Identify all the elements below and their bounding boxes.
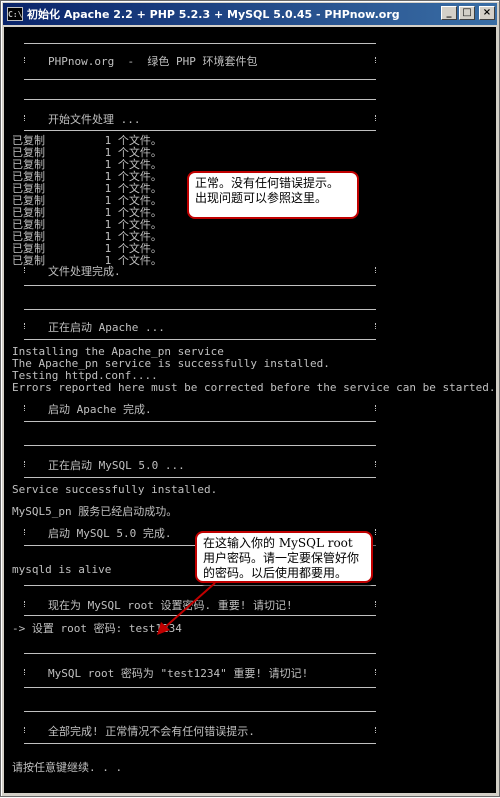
- minimize-button[interactable]: _: [441, 6, 457, 20]
- console-line: MySQL5_pn 服务已经启动成功。: [12, 505, 178, 518]
- files-done-line: 文件处理完成.: [48, 265, 121, 278]
- box-border: [375, 529, 378, 535]
- box-border: [24, 585, 376, 586]
- callout-text: 的密码。以后使用都要用。: [203, 566, 348, 580]
- console-window: C:\ 初始化 Apache 2.2 + PHP 5.2.3 + MySQL 5…: [0, 0, 500, 797]
- box-border: [24, 43, 376, 44]
- box-border: [24, 461, 27, 467]
- box-border: [375, 57, 378, 63]
- header-line: PHPnow.org - 绿色 PHP 环境套件包: [48, 55, 258, 68]
- box-border: [375, 405, 378, 411]
- box-border: [24, 405, 27, 411]
- console-line: Errors reported here must be corrected b…: [12, 381, 496, 394]
- box-border: [24, 743, 376, 744]
- box-border: [24, 421, 376, 422]
- box-border: [24, 615, 376, 616]
- maximize-button[interactable]: □: [459, 6, 475, 20]
- apache-starting-line: 正在启动 Apache ...: [48, 321, 165, 334]
- mysql-starting-line: 正在启动 MySQL 5.0 ...: [48, 459, 185, 472]
- callout-text: 在这输入你的 MySQL root: [203, 536, 353, 550]
- cmd-icon[interactable]: C:\: [7, 7, 23, 21]
- all-done-line: 全部完成! 正常情况不会有任何错误提示.: [48, 725, 255, 738]
- start-files-line: 开始文件处理 ...: [48, 113, 141, 126]
- password-result-line: MySQL root 密码为 "test1234" 重要! 请切记!: [48, 667, 309, 680]
- box-border: [24, 130, 376, 131]
- box-border: [375, 461, 378, 467]
- apache-done-line: 启动 Apache 完成.: [48, 403, 152, 416]
- box-border: [24, 445, 376, 446]
- box-border: [24, 99, 376, 100]
- box-border: [24, 323, 27, 329]
- box-border: [24, 687, 376, 688]
- box-border: [24, 339, 376, 340]
- box-border: [24, 601, 27, 607]
- callout-text: 出现问题可以参照这里。: [195, 191, 328, 205]
- press-key-line: 请按任意键继续. . .: [12, 761, 123, 774]
- console-line: mysqld is alive: [12, 563, 112, 576]
- close-button[interactable]: ×: [479, 6, 495, 20]
- box-border: [24, 727, 27, 733]
- console-line: Service successfully installed.: [12, 483, 218, 496]
- box-border: [24, 309, 376, 310]
- box-border: [375, 727, 378, 733]
- box-border: [24, 285, 376, 286]
- box-border: [24, 477, 376, 478]
- callout-text: 正常。没有任何错误提示。: [195, 176, 340, 190]
- box-border: [375, 669, 378, 675]
- box-border: [375, 601, 378, 607]
- window-title: 初始化 Apache 2.2 + PHP 5.2.3 + MySQL 5.0.4…: [27, 8, 400, 21]
- box-border: [24, 711, 376, 712]
- callout-password: 在这输入你的 MySQL root 用户密码。请一定要保管好你 的密码。以后使用…: [195, 531, 373, 583]
- box-border: [24, 267, 27, 273]
- title-bar[interactable]: C:\ 初始化 Apache 2.2 + PHP 5.2.3 + MySQL 5…: [3, 3, 497, 25]
- box-border: [24, 529, 27, 535]
- callout-text: 用户密码。请一定要保管好你: [203, 551, 360, 565]
- box-border: [24, 669, 27, 675]
- password-prompt[interactable]: -> 设置 root 密码: test1234: [12, 622, 182, 635]
- box-border: [375, 115, 378, 121]
- box-border: [375, 267, 378, 273]
- callout-normal: 正常。没有任何错误提示。 出现问题可以参照这里。: [187, 171, 359, 219]
- box-border: [24, 653, 376, 654]
- box-border: [375, 323, 378, 329]
- box-border: [24, 57, 27, 63]
- mysql-done-line: 启动 MySQL 5.0 完成.: [48, 527, 172, 540]
- box-border: [24, 79, 376, 80]
- set-password-notice: 现在为 MySQL root 设置密码. 重要! 请切记!: [48, 599, 293, 612]
- box-border: [24, 115, 27, 121]
- console-output[interactable]: PHPnow.org - 绿色 PHP 环境套件包 开始文件处理 ... 已复制…: [4, 27, 496, 793]
